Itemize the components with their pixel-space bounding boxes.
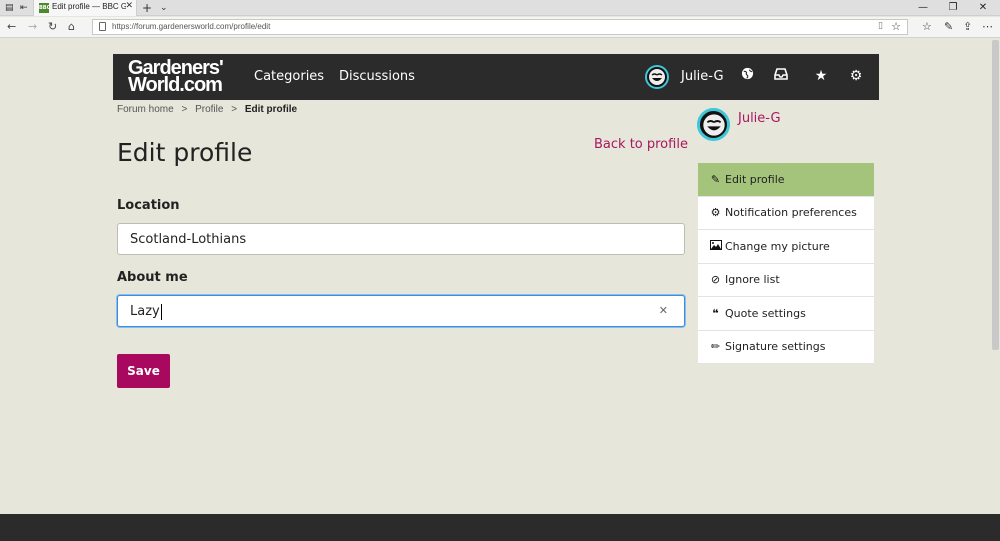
sidebar-item-edit-profile[interactable]: ✎ Edit profile bbox=[698, 163, 874, 197]
sidebar-item-change-picture[interactable]: Change my picture bbox=[698, 230, 874, 264]
nav-discussions[interactable]: Discussions bbox=[339, 69, 415, 84]
globe-icon[interactable] bbox=[738, 67, 756, 85]
sidebar-username[interactable]: Julie-G bbox=[738, 111, 781, 126]
pencil-icon: ✏ bbox=[710, 340, 721, 354]
tab-title: Edit profile — BBC Gard bbox=[52, 2, 126, 11]
new-tab-icon[interactable]: + bbox=[142, 0, 152, 16]
tab-back-icon[interactable]: ⇤ bbox=[20, 3, 28, 13]
favorite-star-icon[interactable]: ☆ bbox=[891, 20, 901, 33]
about-me-label: About me bbox=[117, 270, 188, 285]
site-header: Gardeners' World.com Categories Discussi… bbox=[113, 54, 879, 100]
back-to-profile-link[interactable]: Back to profile bbox=[594, 137, 688, 152]
text-cursor bbox=[161, 304, 162, 320]
quote-icon: ❝ bbox=[712, 306, 719, 320]
site-logo[interactable]: Gardeners' World.com bbox=[128, 58, 224, 96]
gear-icon[interactable]: ⚙ bbox=[847, 67, 865, 85]
sidebar-item-ignore-list[interactable]: ⊘ Ignore list bbox=[698, 263, 874, 297]
location-label: Location bbox=[117, 198, 180, 213]
ban-icon: ⊘ bbox=[710, 273, 721, 287]
breadcrumb-forum-home[interactable]: Forum home bbox=[117, 104, 174, 115]
url-text: https://forum.gardenersworld.com/profile… bbox=[112, 22, 271, 31]
location-field[interactable] bbox=[117, 223, 685, 255]
sidebar-item-signature-settings[interactable]: ✏ Signature settings bbox=[698, 330, 874, 364]
logo-line-2: World.com bbox=[128, 74, 223, 96]
browser-address-bar: ← → ↻ ⌂ https://forum.gardenersworld.com… bbox=[0, 17, 1000, 38]
more-icon[interactable]: ⋯ bbox=[982, 20, 993, 34]
edit-icon: ✎ bbox=[710, 172, 721, 186]
page-scrollbar[interactable] bbox=[990, 38, 1000, 513]
nav-categories[interactable]: Categories bbox=[254, 69, 324, 84]
profile-menu: ✎ Edit profile ⚙ Notification preference… bbox=[698, 163, 874, 364]
smiley-icon bbox=[702, 113, 725, 136]
sidebar-item-label: Quote settings bbox=[725, 306, 806, 320]
home-icon[interactable]: ⌂ bbox=[68, 20, 75, 34]
close-window-icon[interactable]: ✕ bbox=[968, 0, 998, 16]
breadcrumb: Forum home > Profile > Edit profile bbox=[117, 104, 297, 115]
chevron-down-icon[interactable]: ⌄ bbox=[160, 0, 168, 16]
picture-icon bbox=[709, 239, 722, 253]
sidebar-item-label: Edit profile bbox=[725, 172, 785, 186]
close-tab-icon[interactable]: ✕ bbox=[125, 1, 133, 11]
site-footer bbox=[0, 514, 1000, 541]
pen-icon[interactable]: ✎ bbox=[944, 20, 953, 34]
tab-actions-icon[interactable]: ▤ bbox=[5, 3, 14, 13]
about-me-field[interactable]: ✕ bbox=[117, 295, 685, 327]
scrollbar-thumb[interactable] bbox=[992, 40, 999, 350]
smiley-icon bbox=[649, 69, 665, 85]
forward-arrow-icon[interactable]: → bbox=[28, 20, 37, 34]
star-icon[interactable]: ★ bbox=[812, 67, 830, 85]
sidebar-item-label: Signature settings bbox=[725, 340, 826, 354]
favicon-icon: BBC bbox=[39, 3, 51, 13]
gear-icon: ⚙ bbox=[710, 206, 721, 220]
sidebar-item-quote-settings[interactable]: ❝ Quote settings bbox=[698, 297, 874, 331]
breadcrumb-profile[interactable]: Profile bbox=[195, 104, 223, 115]
lock-icon bbox=[99, 22, 106, 31]
page-title: Edit profile bbox=[117, 138, 253, 167]
clear-icon[interactable]: ✕ bbox=[659, 304, 668, 317]
minimize-icon[interactable]: — bbox=[908, 0, 938, 16]
reading-view-icon[interactable]: ▯ bbox=[878, 21, 883, 31]
location-input[interactable] bbox=[118, 224, 684, 254]
restore-icon[interactable]: ❐ bbox=[938, 0, 968, 16]
inbox-icon[interactable] bbox=[772, 67, 790, 85]
back-arrow-icon[interactable]: ← bbox=[7, 20, 16, 34]
breadcrumb-current: Edit profile bbox=[244, 104, 298, 115]
sidebar-item-label: Ignore list bbox=[725, 273, 780, 287]
breadcrumb-separator: > bbox=[228, 104, 240, 115]
sidebar-item-label: Notification preferences bbox=[725, 206, 857, 220]
browser-tab[interactable]: BBC Edit profile — BBC Gard ✕ bbox=[33, 0, 137, 16]
save-button[interactable]: Save bbox=[117, 354, 170, 388]
sidebar-avatar[interactable] bbox=[697, 108, 730, 141]
header-username[interactable]: Julie-G bbox=[681, 69, 724, 84]
sidebar-item-notification-preferences[interactable]: ⚙ Notification preferences bbox=[698, 196, 874, 230]
breadcrumb-separator: > bbox=[178, 104, 191, 115]
url-input[interactable]: https://forum.gardenersworld.com/profile… bbox=[92, 19, 908, 35]
browser-tab-bar: ▤ ⇤ BBC Edit profile — BBC Gard ✕ + ⌄ — … bbox=[0, 0, 1000, 16]
share-icon[interactable]: ⇪ bbox=[963, 20, 972, 34]
header-avatar[interactable] bbox=[645, 65, 669, 89]
sidebar-item-label: Change my picture bbox=[725, 239, 830, 253]
refresh-icon[interactable]: ↻ bbox=[48, 20, 57, 34]
about-me-input[interactable] bbox=[118, 296, 684, 326]
favorites-icon[interactable]: ☆ bbox=[922, 20, 932, 34]
